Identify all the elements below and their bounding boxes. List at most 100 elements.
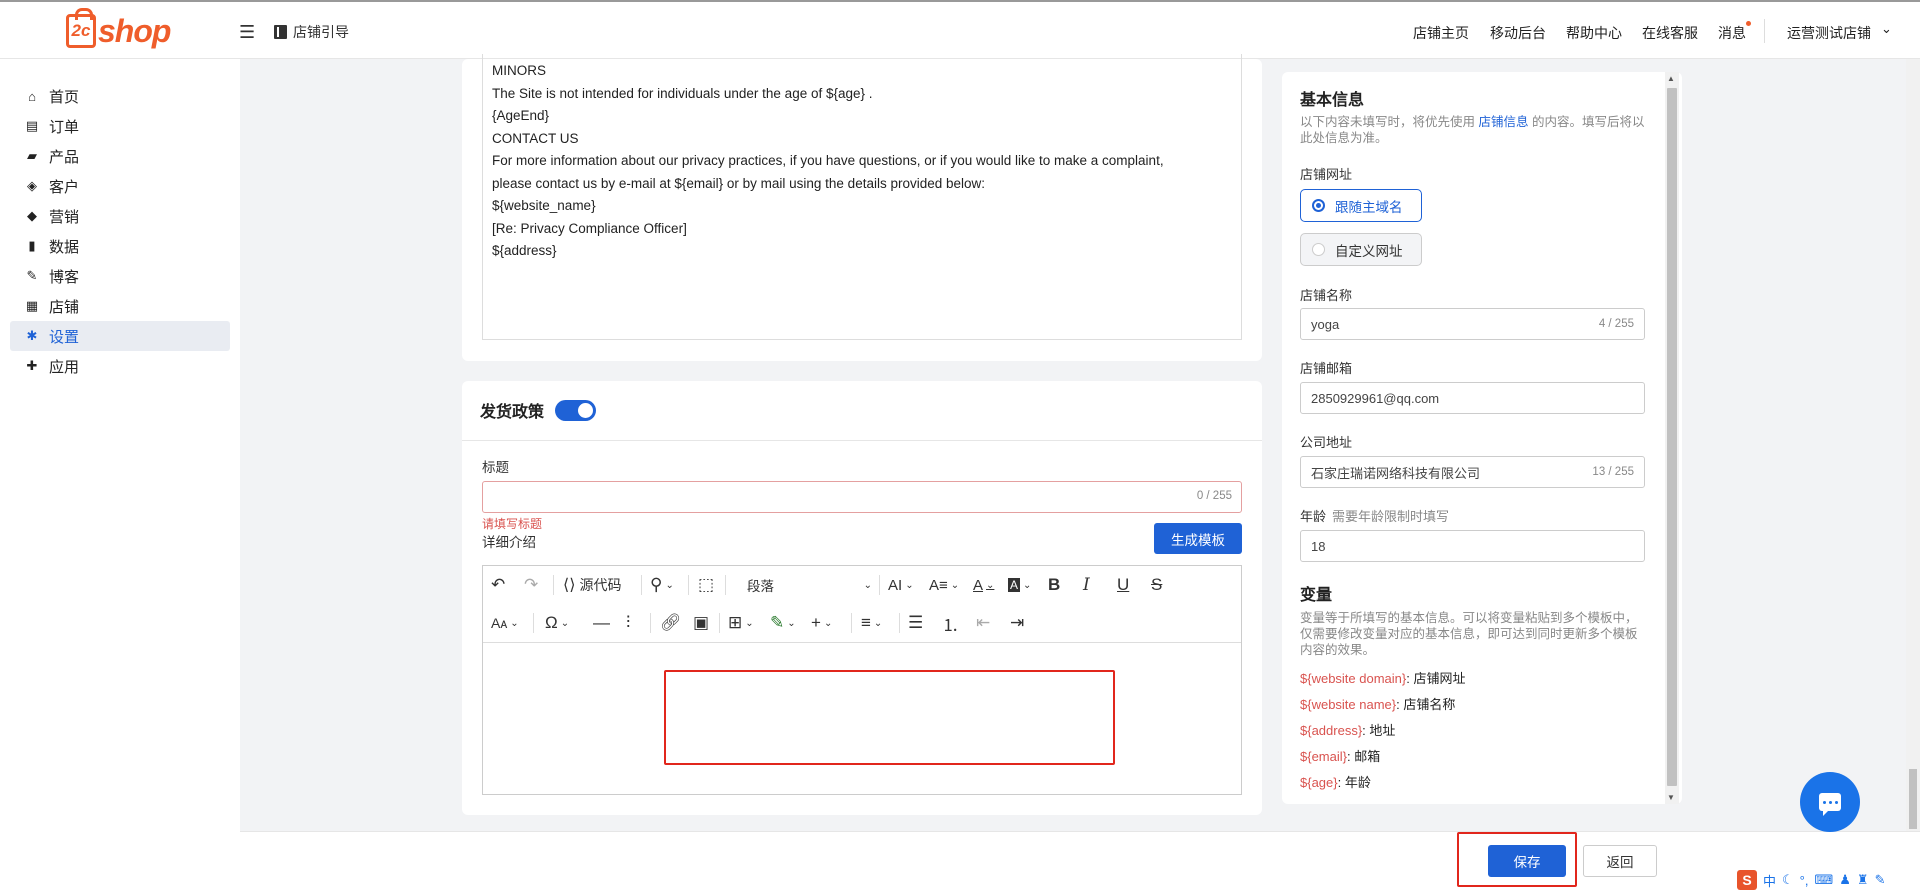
store-guide-link[interactable]: 店铺引导	[274, 22, 349, 42]
highlight-box-save	[1457, 832, 1577, 887]
outdent-icon[interactable]: ⇤	[976, 612, 990, 634]
company-address-input[interactable]: 石家庄瑞诺网络科技有限公司 13 / 255	[1300, 456, 1645, 488]
variable-key: ${website name}	[1300, 697, 1397, 712]
undo-icon[interactable]: ↶	[491, 574, 505, 596]
underline-icon[interactable]: U	[1117, 574, 1129, 596]
sidebar-item-label: 产品	[49, 148, 80, 166]
align-icon[interactable]: ≡ ⌄	[861, 612, 882, 634]
toolbar-separator	[899, 613, 900, 633]
store-name-input[interactable]: yoga 4 / 255	[1300, 308, 1645, 340]
scrollbar-thumb[interactable]	[1667, 88, 1677, 786]
nav-online-service[interactable]: 在线客服	[1642, 23, 1698, 43]
paragraph-format-select[interactable]: 段落 ⌄	[747, 574, 872, 596]
sidebar-item-label: 客户	[49, 178, 80, 196]
punctuation-icon[interactable]: °,	[1800, 873, 1809, 888]
sidebar-item-label: 应用	[49, 358, 80, 376]
privacy-policy-editor-content[interactable]: MINORS The Site is not intended for indi…	[482, 54, 1242, 340]
chevron-down-icon: ⌄	[863, 579, 872, 591]
toolbar-separator	[553, 575, 554, 595]
ime-mode[interactable]: 中	[1763, 871, 1776, 890]
policy-line: For more information about our privacy p…	[492, 153, 1164, 168]
sidebar-item-customers[interactable]: ◈ 客户	[10, 171, 230, 201]
editor-toolbar-row-1: ↶ ↷ ⟨⟩ 源代码 ⚲ ⌄ ⬚ 段落 ⌄ AI ⌄ A≡ ⌄ A ⌄ A ⌄ B I U S	[483, 566, 1241, 604]
moon-icon[interactable]: ☾	[1782, 872, 1794, 888]
nav-help-center[interactable]: 帮助中心	[1566, 23, 1622, 43]
shirt-icon[interactable]: ♜	[1857, 872, 1869, 888]
chevron-down-icon[interactable]: ⌄	[1881, 21, 1892, 37]
back-button[interactable]: 返回	[1583, 845, 1657, 877]
logo[interactable]: 2c shop	[66, 8, 171, 50]
horizontal-rule-icon[interactable]: —	[593, 612, 610, 634]
toolbar-separator	[641, 575, 642, 595]
sidebar-item-products[interactable]: ▰ 产品	[10, 141, 230, 171]
sidebar-item-label: 数据	[49, 238, 80, 256]
sidebar-item-apps[interactable]: ✚ 应用	[10, 351, 230, 381]
table-icon[interactable]: ⊞ ⌄	[728, 612, 754, 634]
ime-toolbar[interactable]: S 中 ☾ °, ⌨ ♟ ♜ ✎	[1735, 868, 1920, 892]
scroll-down-icon[interactable]: ▼	[1667, 793, 1675, 802]
sidebar-item-store[interactable]: ▦ 店铺	[10, 291, 230, 321]
link-icon[interactable]: 🔗︎	[660, 612, 682, 634]
find-replace-icon[interactable]: ⚲ ⌄	[650, 574, 674, 596]
nav-store-home[interactable]: 店铺主页	[1413, 23, 1469, 43]
variable-value: : 地址	[1362, 723, 1396, 738]
redo-icon[interactable]: ↷	[524, 574, 538, 596]
insert-icon[interactable]: + ⌄	[811, 612, 832, 634]
menu-toggle-icon[interactable]: ☰	[239, 22, 255, 43]
scroll-up-icon[interactable]: ▲	[1667, 74, 1675, 83]
store-switcher[interactable]: 运营测试店铺	[1787, 23, 1871, 43]
highlight-icon[interactable]: ✎ ⌄	[770, 612, 796, 634]
store-info-link[interactable]: 店铺信息	[1478, 115, 1528, 129]
sidebar-item-settings[interactable]: ✱ 设置	[10, 321, 230, 351]
sogou-logo-icon: S	[1737, 870, 1757, 890]
line-height-icon[interactable]: A≡ ⌄	[929, 574, 959, 596]
select-all-icon[interactable]: ⬚	[698, 574, 714, 596]
store-icon: ▦	[25, 298, 39, 313]
bullet-list-icon[interactable]: ☰	[908, 612, 923, 634]
indent-icon[interactable]: ⇥	[1010, 612, 1024, 634]
sidebar-item-marketing[interactable]: ◆ 营销	[10, 201, 230, 231]
strikethrough-icon[interactable]: S	[1151, 574, 1162, 596]
background-color-icon[interactable]: A ⌄	[1008, 574, 1031, 596]
variable-value: : 邮箱	[1346, 749, 1381, 764]
source-code-button[interactable]: ⟨⟩ 源代码	[563, 574, 621, 596]
store-name-counter: 4 / 255	[1598, 318, 1634, 330]
variable-value: : 店铺网址	[1406, 671, 1466, 686]
age-input[interactable]: 18	[1300, 530, 1645, 562]
skin-icon[interactable]: ♟	[1839, 872, 1851, 888]
tag-icon: ◆	[27, 208, 37, 223]
sidebar-item-blog[interactable]: ✎ 博客	[10, 261, 230, 291]
font-size-icon[interactable]: AI ⌄	[888, 574, 914, 596]
highlight-box-editor	[664, 670, 1115, 765]
numbered-list-icon[interactable]: ⒈	[942, 612, 959, 635]
italic-icon[interactable]: I	[1083, 574, 1090, 596]
nav-mobile-admin[interactable]: 移动后台	[1490, 23, 1546, 43]
radio-follow-main-domain[interactable]: 跟随主域名	[1300, 189, 1422, 222]
special-char-icon[interactable]: Ω ⌄	[545, 612, 569, 634]
sidebar-item-label: 店铺	[49, 298, 80, 316]
page-scrollbar[interactable]	[1906, 59, 1920, 831]
basic-info-scrollbar[interactable]: ▲ ▼	[1665, 72, 1679, 804]
store-email-input[interactable]: 2850929961@qq.com	[1300, 382, 1645, 414]
keyboard-icon[interactable]: ⌨	[1814, 872, 1833, 888]
sidebar-item-orders[interactable]: ▤ 订单	[10, 111, 230, 141]
wrench-icon[interactable]: ✎	[1875, 872, 1886, 888]
nav-messages[interactable]: 消息	[1718, 23, 1746, 43]
sidebar-item-home[interactable]: ⌂ 首页	[10, 81, 230, 111]
toolbar-separator	[725, 575, 726, 595]
shipping-policy-toggle[interactable]	[555, 400, 596, 421]
basic-info-title: 基本信息	[1300, 92, 1365, 109]
sidebar-item-data[interactable]: ▮ 数据	[10, 231, 230, 261]
image-icon[interactable]: ▣	[693, 612, 709, 634]
font-family-icon[interactable]: Aᴀ ⌄	[491, 612, 519, 634]
radio-custom-url[interactable]: 自定义网址	[1300, 233, 1422, 266]
generate-template-button[interactable]: 生成模板	[1154, 523, 1242, 554]
scrollbar-thumb[interactable]	[1909, 769, 1917, 829]
font-color-icon[interactable]: A ⌄	[973, 574, 994, 596]
book-icon	[274, 25, 287, 39]
chat-fab[interactable]	[1800, 772, 1860, 832]
sidebar-item-label: 营销	[49, 208, 80, 226]
page-break-icon[interactable]: ⫶	[626, 612, 630, 634]
bold-icon[interactable]: B	[1048, 574, 1060, 596]
title-input[interactable]: 0 / 255	[482, 481, 1242, 513]
